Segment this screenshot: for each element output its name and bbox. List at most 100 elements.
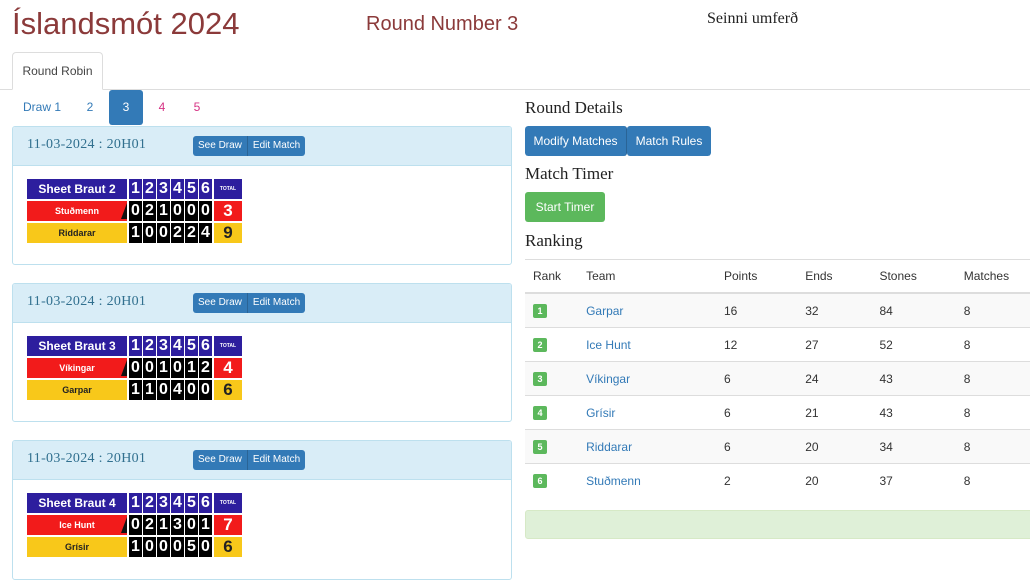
- team-link[interactable]: Garpar: [586, 304, 623, 318]
- end-number: 5: [185, 336, 198, 356]
- end-score: 1: [185, 358, 198, 378]
- draw-tab-4[interactable]: 4: [148, 90, 176, 125]
- end-score: 2: [143, 515, 156, 535]
- end-score: 5: [185, 537, 198, 557]
- match-card: 11-03-2024 : 20H01 See Draw Edit Match Shee…: [12, 283, 512, 422]
- end-score: 4: [199, 223, 212, 243]
- scoreboard-team-row: Stuðmenn 0 2 1 0 0 0 3: [27, 201, 242, 221]
- team-name-text: Víkingar: [59, 363, 95, 373]
- hammer-icon: [121, 203, 127, 219]
- end-number: 3: [157, 336, 170, 356]
- team-total: 9: [214, 223, 242, 243]
- round-half-label: Seinni umferð: [707, 10, 799, 27]
- table-row: 2 Ice Hunt 12 27 52 8: [525, 327, 1030, 362]
- team-link[interactable]: Stuðmenn: [586, 474, 641, 488]
- edit-match-button[interactable]: Edit Match: [247, 293, 306, 313]
- team-link[interactable]: Grísir: [586, 406, 615, 420]
- hammer-icon: [121, 360, 127, 376]
- modify-matches-button[interactable]: Modify Matches: [525, 126, 627, 156]
- team-name-text: Stuðmenn: [55, 206, 99, 216]
- matches-cell: 8: [963, 395, 1030, 430]
- scoreboard-team-row: Grísir 1 0 0 0 5 0 6: [27, 537, 242, 557]
- end-number: 2: [143, 336, 156, 356]
- end-score: 1: [157, 201, 170, 221]
- matches-cell: 8: [963, 463, 1030, 497]
- points-cell: 12: [723, 327, 806, 362]
- stones-cell: 52: [879, 327, 964, 362]
- end-score: 0: [199, 380, 212, 400]
- team-link[interactable]: Ice Hunt: [586, 338, 631, 352]
- end-score: 2: [143, 201, 156, 221]
- draw-tab-3[interactable]: 3: [109, 90, 143, 125]
- team-link[interactable]: Riddarar: [586, 440, 632, 454]
- team-total: 6: [214, 380, 242, 400]
- total-label: TOTAL: [214, 493, 242, 513]
- team-cell: Garpar: [586, 292, 724, 328]
- see-draw-button[interactable]: See Draw: [193, 136, 248, 156]
- end-score: 4: [171, 380, 184, 400]
- end-score: 0: [157, 537, 170, 557]
- end-score: 0: [157, 223, 170, 243]
- team-name: Víkingar: [27, 358, 127, 378]
- end-score: 0: [199, 201, 212, 221]
- start-timer-button[interactable]: Start Timer: [525, 192, 605, 222]
- points-cell: 6: [723, 395, 806, 430]
- end-score: 0: [129, 358, 142, 378]
- end-number: 4: [171, 493, 184, 513]
- match-rules-button[interactable]: Match Rules: [627, 126, 711, 156]
- scoreboard-team-row: Riddarar 1 0 0 2 2 4 9: [27, 223, 242, 243]
- round-details-heading: Round Details: [525, 98, 623, 117]
- rank-cell: 4: [525, 395, 587, 430]
- stones-cell: 84: [879, 292, 964, 328]
- rank-badge: 6: [533, 474, 547, 488]
- table-row: 5 Riddarar 6 20 34 8: [525, 429, 1030, 464]
- end-number: 1: [129, 493, 142, 513]
- stones-cell: 43: [879, 395, 964, 430]
- see-draw-button[interactable]: See Draw: [193, 450, 248, 470]
- col-ends: Ends: [805, 259, 880, 294]
- tab-round-robin[interactable]: Round Robin: [12, 52, 103, 90]
- sheet-label: Sheet Braut 2: [27, 179, 127, 199]
- rank-badge: 1: [533, 304, 547, 318]
- rank-badge: 3: [533, 372, 547, 386]
- ranking-heading: Ranking: [525, 231, 583, 250]
- team-total: 6: [214, 537, 242, 557]
- hammer-icon: [121, 517, 127, 533]
- end-score: 1: [129, 537, 142, 557]
- match-card-header: 11-03-2024 : 20H01 See Draw Edit Match: [13, 441, 511, 480]
- draw-tab-2[interactable]: 2: [76, 90, 104, 125]
- scoreboard: Sheet Braut 3 1 2 3 4 5 6 TOTAL Víkingar 0 0 1 0 1 2 4 G…: [27, 336, 242, 402]
- end-score: 1: [157, 515, 170, 535]
- match-timer-heading: Match Timer: [525, 164, 614, 183]
- draw-tab-1[interactable]: Draw 1: [18, 90, 66, 125]
- end-score: 0: [143, 537, 156, 557]
- team-name: Stuðmenn: [27, 201, 127, 221]
- edit-match-button[interactable]: Edit Match: [247, 136, 306, 156]
- end-score: 0: [171, 358, 184, 378]
- edit-match-button[interactable]: Edit Match: [247, 450, 306, 470]
- match-date: 11-03-2024 : 20H01: [27, 451, 147, 466]
- end-score: 1: [199, 515, 212, 535]
- end-number: 6: [199, 493, 212, 513]
- end-number: 2: [143, 493, 156, 513]
- scoreboard: Sheet Braut 4 1 2 3 4 5 6 TOTAL Ice Hunt 0 2 1 3 0 1 7 G…: [27, 493, 242, 559]
- end-number: 3: [157, 493, 170, 513]
- matches-cell: 8: [963, 292, 1030, 328]
- match-card-header: 11-03-2024 : 20H01 See Draw Edit Match: [13, 284, 511, 323]
- draw-tab-5[interactable]: 5: [183, 90, 211, 125]
- col-matches: Matches: [963, 259, 1030, 294]
- team-link[interactable]: Víkingar: [586, 372, 630, 386]
- match-date: 11-03-2024 : 20H01: [27, 294, 147, 309]
- col-team: Team: [586, 259, 724, 294]
- team-name-text: Grísir: [64, 542, 89, 552]
- see-draw-button[interactable]: See Draw: [193, 293, 248, 313]
- end-score: 0: [129, 515, 142, 535]
- scoreboard-team-row: Garpar 1 1 0 4 0 0 6: [27, 380, 242, 400]
- total-label: TOTAL: [214, 336, 242, 356]
- end-number: 1: [129, 179, 142, 199]
- scoreboard-header-row: Sheet Braut 4 1 2 3 4 5 6 TOTAL: [27, 493, 242, 513]
- team-name-text: Riddarar: [58, 228, 96, 238]
- points-cell: 2: [723, 463, 806, 497]
- end-number: 6: [199, 336, 212, 356]
- team-cell: Riddarar: [586, 429, 724, 464]
